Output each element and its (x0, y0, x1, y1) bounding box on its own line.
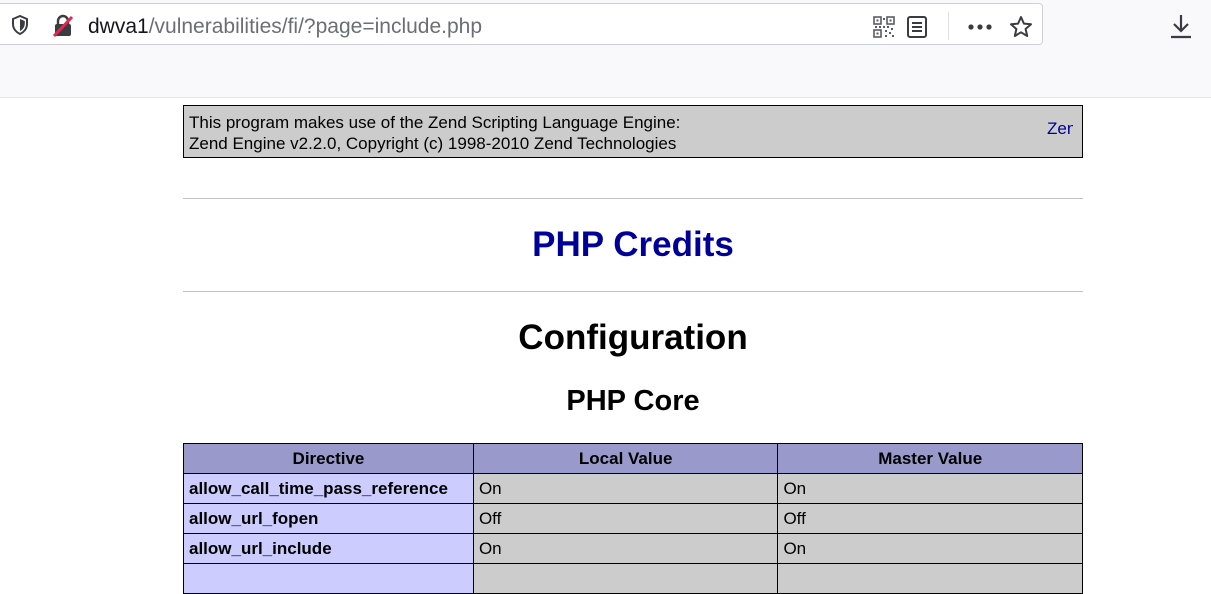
directive-cell: allow_url_include (183, 533, 474, 564)
master-value-cell: On (777, 473, 1083, 504)
toolbar-separator (948, 12, 949, 40)
url-path: /vulnerabilities/fi/?page=include.php (148, 15, 483, 38)
table-header-row: Directive Local Value Master Value (183, 443, 1083, 474)
table-row: allow_url_fopen Off Off (183, 503, 1083, 534)
directive-cell: allow_call_time_pass_reference (183, 473, 474, 504)
url-text[interactable]: dwva1/vulnerabilities/fi/?page=include.p… (88, 15, 482, 39)
browser-toolbar: dwva1/vulnerabilities/fi/?page=include.p… (0, 0, 1211, 98)
zend-notice-line-1: This program makes use of the Zend Scrip… (189, 113, 681, 132)
table-row: allow_call_time_pass_reference On On (183, 473, 1083, 504)
url-host: dwva1 (88, 15, 149, 38)
download-icon[interactable] (1168, 12, 1194, 40)
table-row (183, 563, 1083, 594)
insecure-lock-icon[interactable] (50, 14, 76, 38)
directive-cell (183, 563, 474, 594)
column-header-local-value: Local Value (472, 443, 779, 474)
column-header-directive: Directive (183, 443, 474, 474)
local-value-cell: Off (472, 503, 779, 534)
master-value-cell: Off (777, 503, 1083, 534)
table-row: allow_url_include On On (183, 533, 1083, 564)
shield-icon[interactable] (9, 14, 31, 36)
divider (183, 291, 1083, 292)
local-value-cell: On (472, 473, 779, 504)
reader-mode-icon[interactable] (905, 15, 929, 39)
local-value-cell (472, 563, 779, 594)
zend-logo-link[interactable]: Zend (1047, 118, 1073, 139)
directive-cell: allow_url_fopen (183, 503, 474, 534)
php-credits-link[interactable]: PHP Credits (183, 223, 1083, 267)
address-bar[interactable]: dwva1/vulnerabilities/fi/?page=include.p… (0, 3, 1043, 45)
zend-engine-notice: This program makes use of the Zend Scrip… (183, 105, 1083, 158)
zend-notice-line-2: Zend Engine v2.2.0, Copyright (c) 1998-2… (189, 134, 677, 153)
divider (183, 198, 1083, 199)
php-core-heading: PHP Core (566, 385, 700, 417)
master-value-cell (777, 563, 1083, 594)
config-table: Directive Local Value Master Value allow… (183, 443, 1083, 594)
configuration-heading: Configuration (518, 318, 748, 357)
qr-code-icon[interactable] (872, 15, 896, 39)
more-actions-icon[interactable] (966, 15, 994, 39)
master-value-cell: On (777, 533, 1083, 564)
bookmark-star-icon[interactable] (1008, 14, 1034, 40)
local-value-cell: On (472, 533, 779, 564)
column-header-master-value: Master Value (777, 443, 1083, 474)
